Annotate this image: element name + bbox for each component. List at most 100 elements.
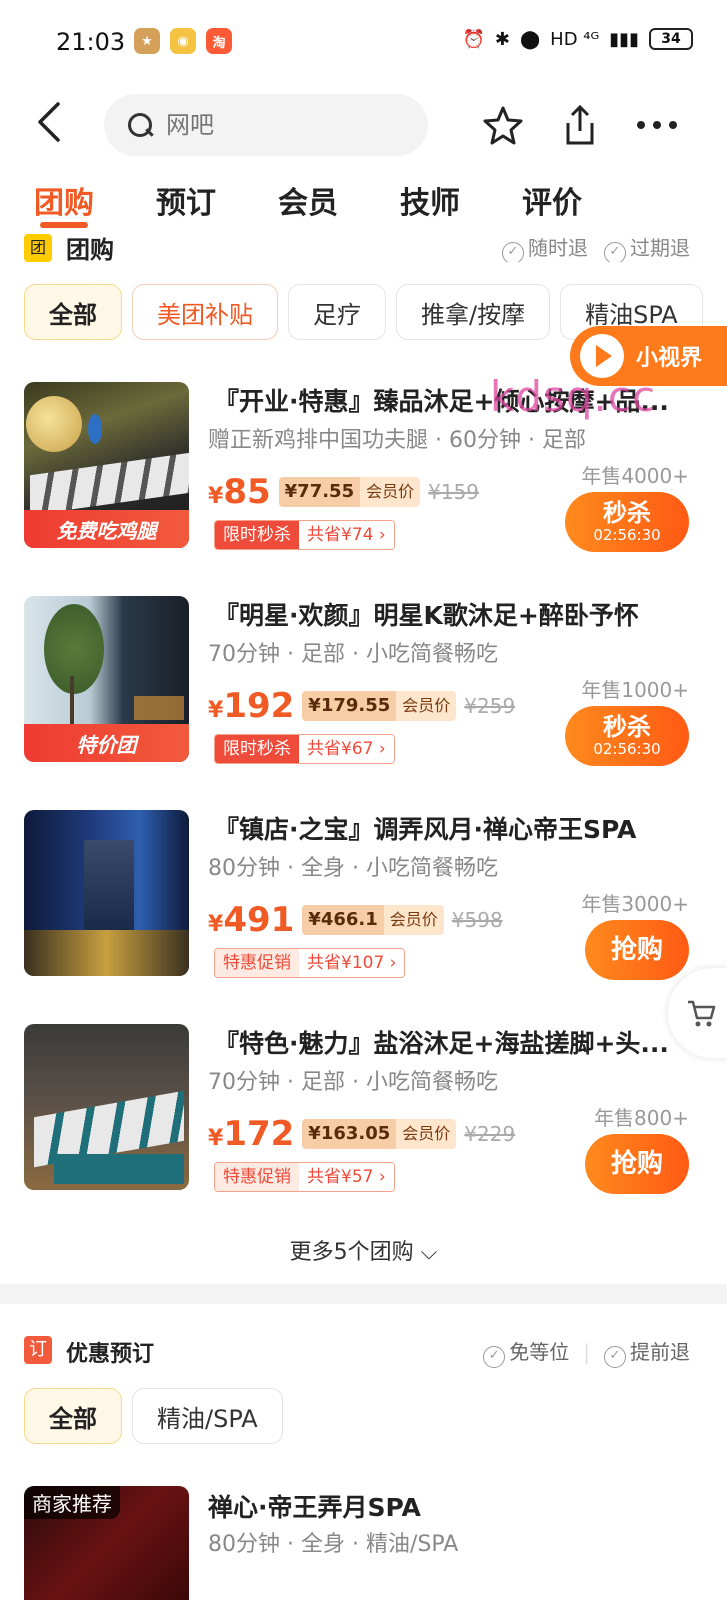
member-price-label: 会员价 xyxy=(383,905,444,935)
promo-tag[interactable]: 限时秒杀 共省¥67 › xyxy=(214,734,395,764)
promo-tag[interactable]: 特惠促销 共省¥57 › xyxy=(214,1162,395,1192)
member-price-value: ¥77.55 xyxy=(278,477,361,507)
countdown-timer: 02:56:30 xyxy=(593,526,661,544)
more-options-button[interactable] xyxy=(632,98,682,152)
deal-title: 『明星·欢颜』明星K歌沐足+醉卧予怀 xyxy=(214,601,639,630)
deal-subtitle: 70分钟 · 足部 · 小吃简餐畅吃 xyxy=(208,1070,498,1095)
status-time: 21:03 xyxy=(56,28,126,56)
original-price: ¥259 xyxy=(464,694,516,718)
search-input[interactable] xyxy=(166,111,406,139)
tab-reservation[interactable]: 预订 xyxy=(156,178,216,222)
group-section-header: 团 团购 ✓ 随时退 ✓ 过期退 xyxy=(24,234,704,262)
alarm-icon: ⏰ xyxy=(462,28,485,50)
deal-subtitle: 赠正新鸡排中国功夫腿 · 60分钟 · 足部 xyxy=(208,428,586,453)
button-label: 抢购 xyxy=(610,1149,663,1179)
chip-foot-therapy[interactable]: 足疗 xyxy=(288,284,386,340)
chip-meituan-subsidy[interactable]: 美团补贴 xyxy=(132,284,278,340)
tab-technicians[interactable]: 技师 xyxy=(400,178,460,222)
deal-thumbnail xyxy=(24,810,189,976)
tab-group-buy[interactable]: 团购 xyxy=(34,178,94,222)
member-price-tag: ¥77.55 会员价 xyxy=(278,477,421,507)
location-icon: ⬤ xyxy=(520,28,541,50)
deal-item[interactable]: 『特色·魅力』盐浴沐足+海盐搓脚+头... 70分钟 · 足部 · 小吃简餐畅吃… xyxy=(0,1024,727,1224)
weibo-app-icon: ◉ xyxy=(170,28,196,54)
res-chip-all[interactable]: 全部 xyxy=(24,1388,122,1444)
reservation-thumbnail: 商家推荐 xyxy=(24,1486,189,1600)
deal-thumbnail xyxy=(24,1024,189,1190)
search-box[interactable] xyxy=(104,94,428,156)
tab-reviews[interactable]: 评价 xyxy=(522,178,582,222)
annual-sales: 年售3000+ xyxy=(581,892,689,916)
promo-label: 特惠促销 xyxy=(215,1163,299,1191)
section-divider xyxy=(0,1284,727,1304)
chip-massage[interactable]: 推拿/按摩 xyxy=(396,284,551,340)
flash-sale-button[interactable]: 秒杀 02:56:30 xyxy=(565,492,689,552)
group-section-tags: ✓ 随时退 ✓ 过期退 xyxy=(502,234,690,262)
promo-tag[interactable]: 限时秒杀 共省¥74 › xyxy=(214,520,395,550)
button-label: 抢购 xyxy=(610,935,663,965)
more-deals-link[interactable]: 更多5个团购 ⌵ xyxy=(0,1234,727,1266)
original-price: ¥229 xyxy=(464,1122,516,1146)
no-wait-tag: ✓ 免等位 xyxy=(483,1336,569,1368)
deal-price: 172 xyxy=(223,1114,295,1154)
member-price-value: ¥179.55 xyxy=(302,691,397,721)
member-price-value: ¥466.1 xyxy=(302,905,384,935)
member-price-tag: ¥179.55 会员价 xyxy=(302,691,457,721)
game-app-icon: ★ xyxy=(134,28,160,54)
deal-price: 85 xyxy=(223,472,271,512)
deal-subtitle: 70分钟 · 足部 · 小吃简餐畅吃 xyxy=(208,642,498,667)
favorite-star-button[interactable] xyxy=(478,98,528,152)
deal-thumbnail: 免费吃鸡腿 xyxy=(24,382,189,548)
promo-label: 限时秒杀 xyxy=(215,521,299,549)
currency-symbol: ¥ xyxy=(208,483,224,509)
button-label: 秒杀 xyxy=(603,499,651,527)
annual-sales: 年售1000+ xyxy=(581,678,689,702)
signal-icon: ▮▮▮ xyxy=(609,28,639,50)
reservation-subtitle: 80分钟 · 全身 · 精油/SPA xyxy=(208,1532,459,1557)
back-button[interactable] xyxy=(34,100,74,150)
top-bar xyxy=(0,90,727,160)
tab-bar: 团购 预订 会员 技师 评价 xyxy=(0,170,727,240)
original-price: ¥598 xyxy=(451,908,503,932)
promo-savings: 共省¥107 › xyxy=(299,949,405,977)
currency-symbol: ¥ xyxy=(208,1125,224,1151)
annual-sales: 年售4000+ xyxy=(581,464,689,488)
buy-now-button[interactable]: 抢购 xyxy=(585,1134,689,1194)
back-arrow-icon xyxy=(38,102,60,142)
thumb-tag: 特价团 xyxy=(24,724,189,762)
mini-video-label: 小视界 xyxy=(636,346,703,371)
member-price-label: 会员价 xyxy=(360,477,421,507)
chip-all[interactable]: 全部 xyxy=(24,284,122,340)
price-row: ¥ 491 ¥466.1 会员价 ¥598 xyxy=(208,900,503,940)
promo-savings: 共省¥57 › xyxy=(299,1163,394,1191)
reservation-item[interactable]: 商家推荐 禅心·帝王弄月SPA 80分钟 · 全身 · 精油/SPA xyxy=(0,1486,727,1600)
reservation-title: 优惠预订 xyxy=(66,1342,155,1367)
network-indicator: HD ⁴ᴳ xyxy=(550,28,600,50)
member-price-tag: ¥466.1 会员价 xyxy=(302,905,444,935)
status-bar: 21:03 ★ ◉ 淘 ⏰ ✱ ⬤ HD ⁴ᴳ ▮▮▮ 34 xyxy=(0,0,727,86)
check-icon: ✓ xyxy=(604,1346,626,1368)
group-buy-icon: 团 xyxy=(24,234,52,262)
member-price-value: ¥163.05 xyxy=(302,1119,397,1149)
promo-tag[interactable]: 特惠促销 共省¥107 › xyxy=(214,948,406,978)
buy-now-button[interactable]: 抢购 xyxy=(585,920,689,980)
deal-title: 『镇店·之宝』调弄风月·禅心帝王SPA xyxy=(214,815,637,844)
deal-subtitle: 80分钟 · 全身 · 小吃简餐畅吃 xyxy=(208,856,498,881)
more-icon xyxy=(637,121,677,129)
taobao-app-icon: 淘 xyxy=(206,28,232,54)
promo-savings: 共省¥67 › xyxy=(299,735,394,763)
share-icon xyxy=(566,104,594,145)
flash-sale-button[interactable]: 秒杀 02:56:30 xyxy=(565,706,689,766)
currency-symbol: ¥ xyxy=(208,911,224,937)
thumb-tag: 免费吃鸡腿 xyxy=(24,510,189,548)
deal-thumbnail: 特价团 xyxy=(24,596,189,762)
deal-item[interactable]: 特价团 『明星·欢颜』明星K歌沐足+醉卧予怀 70分钟 · 足部 · 小吃简餐畅… xyxy=(0,596,727,796)
res-chip-essential-oil-spa[interactable]: 精油/SPA xyxy=(132,1388,283,1444)
price-row: ¥ 85 ¥77.55 会员价 ¥159 xyxy=(208,472,479,512)
deal-item[interactable]: 『镇店·之宝』调弄风月·禅心帝王SPA 80分钟 · 全身 · 小吃简餐畅吃 ¥… xyxy=(0,810,727,1010)
tag-separator: | xyxy=(583,1340,590,1364)
tab-membership[interactable]: 会员 xyxy=(278,178,338,222)
status-indicators: ⏰ ✱ ⬤ HD ⁴ᴳ ▮▮▮ 34 xyxy=(462,28,693,50)
share-button[interactable] xyxy=(555,98,605,152)
annual-sales: 年售800+ xyxy=(594,1106,689,1130)
